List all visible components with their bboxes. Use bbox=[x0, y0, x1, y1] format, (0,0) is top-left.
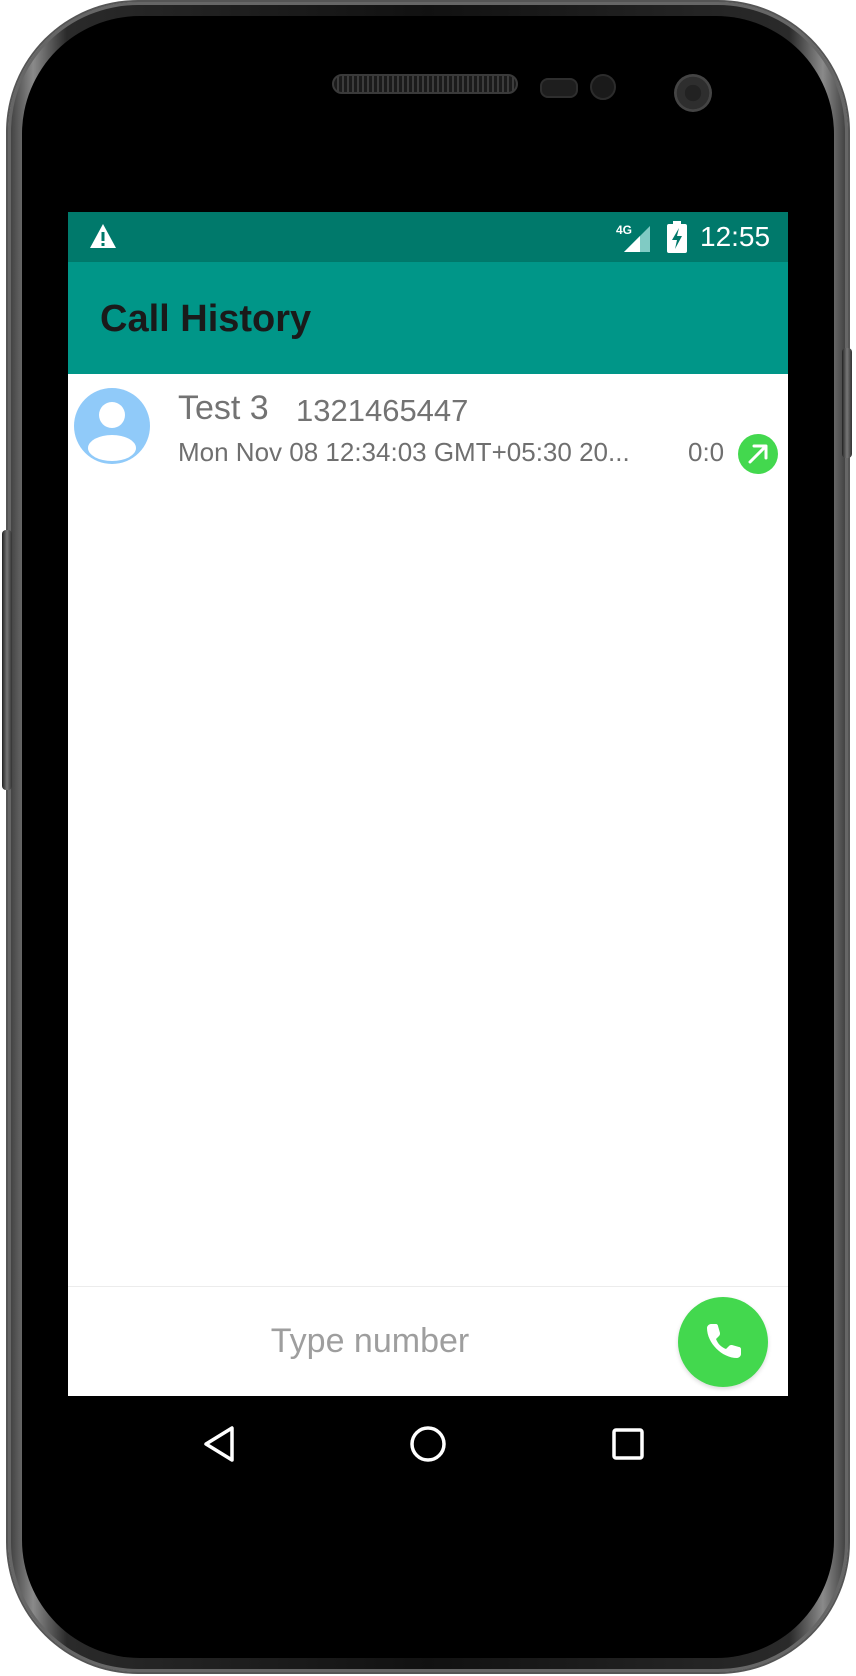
avatar bbox=[74, 388, 150, 464]
contact-number: 1321465447 bbox=[296, 393, 469, 428]
volume-button bbox=[2, 530, 12, 790]
power-button bbox=[842, 348, 852, 458]
signal-4g-icon: 4G bbox=[616, 223, 650, 252]
battery-charging-icon bbox=[667, 221, 687, 253]
list-empty-space bbox=[68, 482, 788, 1298]
call-datetime: Mon Nov 08 12:34:03 GMT+05:30 20... bbox=[178, 437, 630, 467]
light-sensor bbox=[590, 74, 616, 100]
contact-name: Test 3 bbox=[178, 389, 269, 427]
system-nav-bar bbox=[68, 1396, 788, 1492]
call-duration: 0:0 bbox=[688, 437, 725, 467]
outgoing-call-icon bbox=[738, 434, 778, 474]
call-history-list: Test 3 1321465447 Mon Nov 08 12:34:03 GM… bbox=[68, 374, 788, 483]
app-screen: 4G 12:55 Call History Test 3 1321465447 … bbox=[68, 212, 788, 1396]
front-camera bbox=[674, 74, 712, 112]
phone-icon bbox=[707, 1324, 741, 1358]
warning-icon bbox=[90, 224, 116, 248]
call-history-item[interactable]: Test 3 1321465447 Mon Nov 08 12:34:03 GM… bbox=[68, 374, 788, 483]
call-button[interactable] bbox=[678, 1297, 768, 1387]
back-icon[interactable] bbox=[194, 1418, 246, 1470]
person-icon bbox=[88, 402, 136, 461]
proximity-sensor bbox=[540, 78, 578, 98]
app-bar: Call History bbox=[68, 262, 788, 374]
dialer-bar bbox=[68, 1286, 788, 1396]
network-type-label: 4G bbox=[616, 223, 632, 237]
status-bar: 4G 12:55 bbox=[68, 212, 788, 262]
earpiece-speaker bbox=[332, 74, 518, 94]
status-clock: 12:55 bbox=[700, 221, 771, 252]
recents-icon[interactable] bbox=[602, 1418, 654, 1470]
home-icon[interactable] bbox=[402, 1418, 454, 1470]
page-title: Call History bbox=[100, 298, 312, 340]
number-input[interactable] bbox=[108, 1305, 632, 1377]
